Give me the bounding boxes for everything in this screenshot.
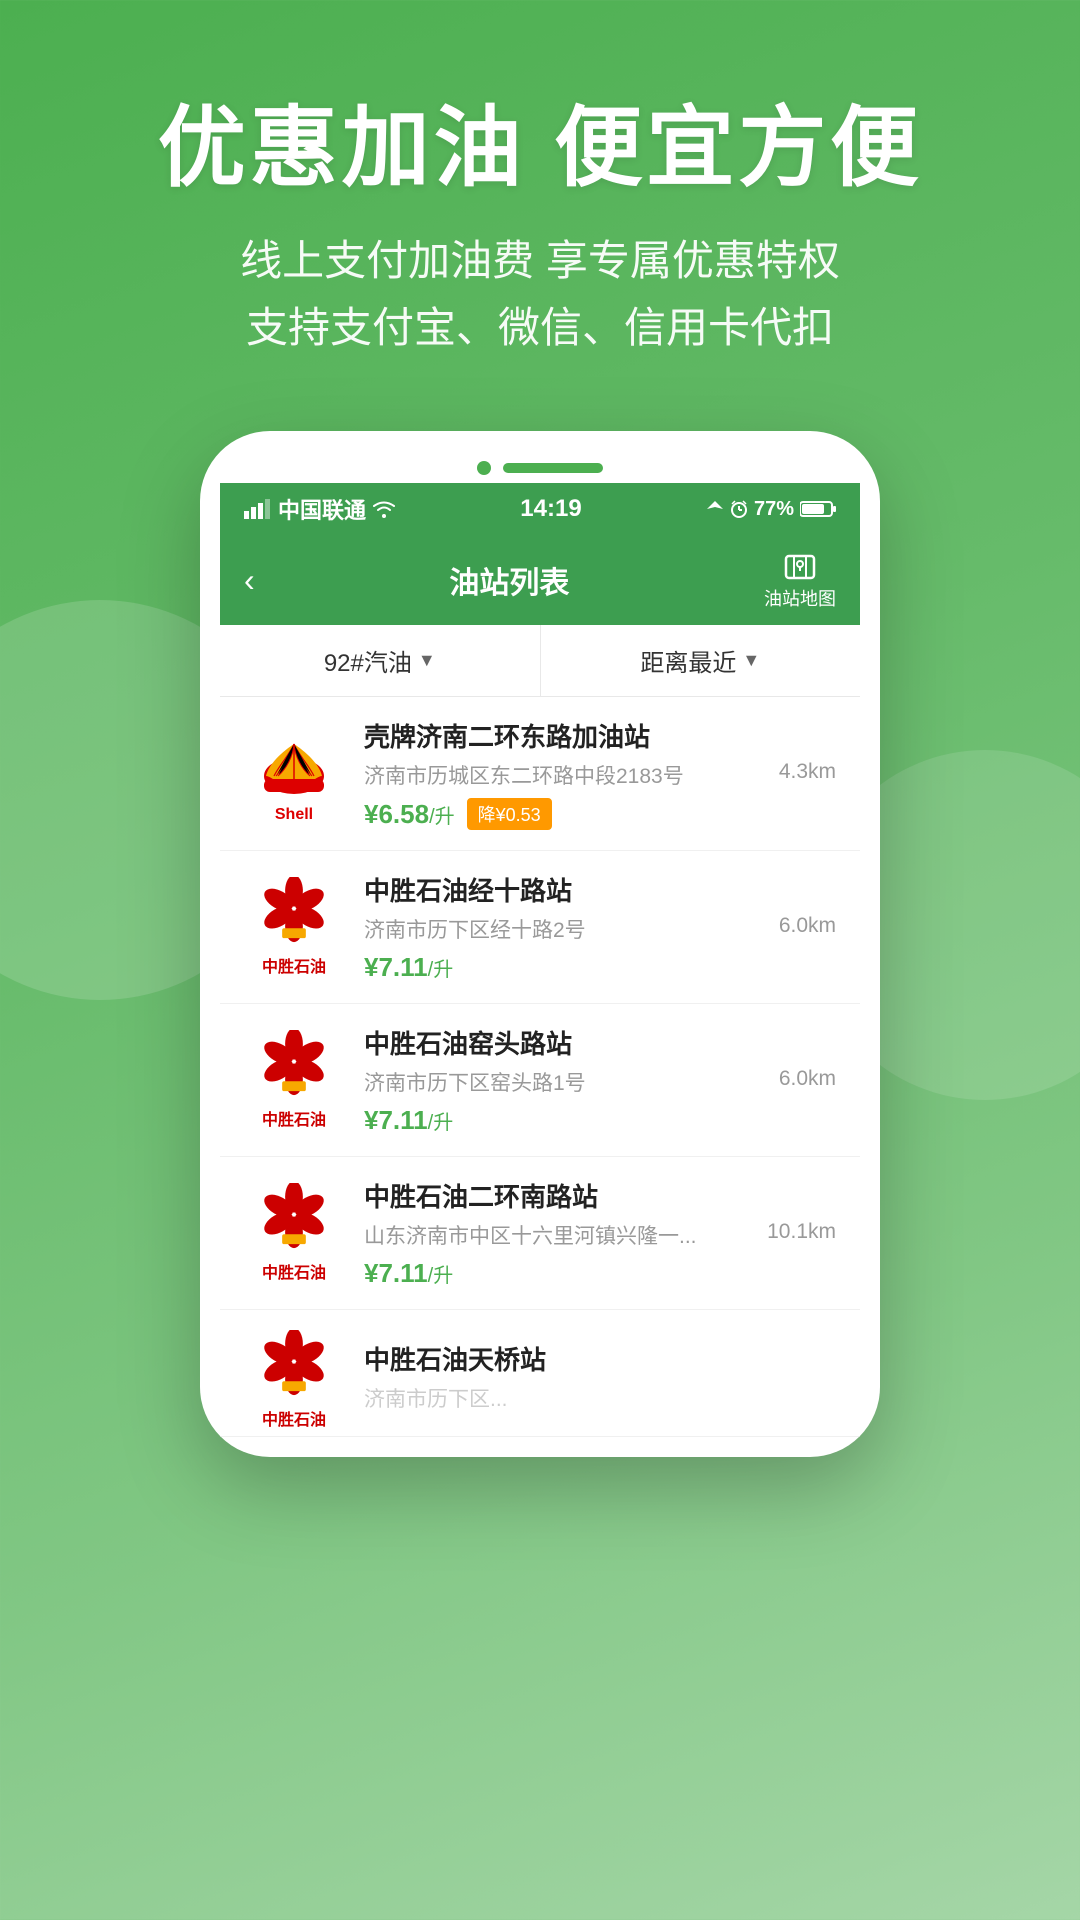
station-price-row-3: ¥7.11/升 xyxy=(364,1105,836,1136)
status-bar: 中国联通 14:19 xyxy=(220,483,860,535)
station-address-3: 济南市历下区窑头路1号 6.0km xyxy=(364,1067,836,1097)
station-info-3: 中胜石油窑头路站 济南市历下区窑头路1号 6.0km ¥7.11/升 xyxy=(364,1024,836,1136)
station-item[interactable]: 中胜石油 中胜石油窑头路站 济南市历下区窑头路1号 6.0km ¥7.11/升 xyxy=(220,1004,860,1157)
station-item[interactable]: 中胜石油 中胜石油二环南路站 山东济南市中区十六里河镇兴隆一... 10.1km… xyxy=(220,1157,860,1310)
map-icon xyxy=(783,549,817,583)
location-arrow-icon xyxy=(706,500,724,518)
station-logo-shell: Shell xyxy=(244,724,344,824)
station-price-row-1: ¥6.58/升 降¥0.53 xyxy=(364,798,836,830)
station-name-1: 壳牌济南二环东路加油站 xyxy=(364,717,836,754)
station-list: Shell 壳牌济南二环东路加油站 济南市历城区东二环路中段2183号 4.3k… xyxy=(220,697,860,1437)
discount-badge-1: 降¥0.53 xyxy=(467,798,552,830)
station-address-4: 山东济南市中区十六里河镇兴隆一... 10.1km xyxy=(364,1220,836,1250)
zhongsheng-text-2: 中胜石油 xyxy=(262,953,326,977)
station-item[interactable]: Shell 壳牌济南二环东路加油站 济南市历城区东二环路中段2183号 4.3k… xyxy=(220,697,860,851)
map-label: 油站地图 xyxy=(764,585,836,611)
station-info-1: 壳牌济南二环东路加油站 济南市历城区东二环路中段2183号 4.3km ¥6.5… xyxy=(364,717,836,830)
station-name-4: 中胜石油二环南路站 xyxy=(364,1177,836,1214)
station-price-1: ¥6.58/升 xyxy=(364,799,455,830)
phone-speaker xyxy=(503,463,603,473)
station-name-3: 中胜石油窑头路站 xyxy=(364,1024,836,1061)
station-item[interactable]: 中胜石油 中胜石油经十路站 济南市历下区经十路2号 6.0km ¥7.11/升 xyxy=(220,851,860,1004)
filter-bar: 92#汽油 ▼ 距离最近 ▼ xyxy=(220,625,860,697)
status-right: 77% xyxy=(706,498,836,521)
zhongsheng-logo-svg-5 xyxy=(254,1330,334,1404)
station-logo-zhongsheng-2: 中胜石油 xyxy=(244,877,344,977)
station-price-row-2: ¥7.11/升 xyxy=(364,952,836,983)
battery-label: 77% xyxy=(754,498,794,521)
fuel-type-label: 92#汽油 xyxy=(324,643,412,678)
zhongsheng-logo-svg-4 xyxy=(254,1183,334,1257)
carrier-label: 中国联通 xyxy=(278,493,366,525)
station-address-5: 济南市历下区... xyxy=(364,1383,836,1413)
nav-title: 油站列表 xyxy=(449,558,569,602)
signal-icon xyxy=(244,499,272,519)
status-time: 14:19 xyxy=(520,495,581,523)
phone-mockup-container: 中国联通 14:19 xyxy=(0,431,1080,1457)
zhongsheng-logo-svg-2 xyxy=(254,877,334,951)
hero-title: 优惠加油 便宜方便 xyxy=(0,100,1080,197)
fuel-type-arrow: ▼ xyxy=(418,650,436,671)
hero-section: 优惠加油 便宜方便 线上支付加油费 享专属优惠特权 支持支付宝、微信、信用卡代扣 xyxy=(0,0,1080,421)
zhongsheng-text-5: 中胜石油 xyxy=(262,1406,326,1430)
station-name-2: 中胜石油经十路站 xyxy=(364,871,836,908)
station-info-2: 中胜石油经十路站 济南市历下区经十路2号 6.0km ¥7.11/升 xyxy=(364,871,836,983)
back-button[interactable]: ‹ xyxy=(244,562,255,599)
station-logo-zhongsheng-3: 中胜石油 xyxy=(244,1030,344,1130)
station-price-4: ¥7.11/升 xyxy=(364,1258,453,1289)
fuel-type-filter[interactable]: 92#汽油 ▼ xyxy=(220,625,541,696)
wifi-icon xyxy=(372,500,396,518)
phone-notch xyxy=(220,461,860,475)
phone-mockup: 中国联通 14:19 xyxy=(200,431,880,1457)
station-price-row-4: ¥7.11/升 xyxy=(364,1258,836,1289)
zhongsheng-text-3: 中胜石油 xyxy=(262,1106,326,1130)
station-logo-zhongsheng-5: 中胜石油 xyxy=(244,1330,344,1430)
hero-subtitle-line2: 支持支付宝、微信、信用卡代扣 xyxy=(0,294,1080,361)
sort-filter[interactable]: 距离最近 ▼ xyxy=(541,625,861,696)
hero-subtitle-line1: 线上支付加油费 享专属优惠特权 xyxy=(0,227,1080,294)
hero-subtitle: 线上支付加油费 享专属优惠特权 支持支付宝、微信、信用卡代扣 xyxy=(0,227,1080,361)
zhongsheng-text-4: 中胜石油 xyxy=(262,1259,326,1283)
station-price-2: ¥7.11/升 xyxy=(364,952,453,983)
phone-camera xyxy=(477,461,491,475)
station-name-5: 中胜石油天桥站 xyxy=(364,1340,836,1377)
station-logo-zhongsheng-4: 中胜石油 xyxy=(244,1183,344,1283)
station-item[interactable]: 中胜石油 中胜石油天桥站 济南市历下区... xyxy=(220,1310,860,1437)
station-address-1: 济南市历城区东二环路中段2183号 4.3km xyxy=(364,760,836,790)
sort-label: 距离最近 xyxy=(640,643,736,678)
station-info-5: 中胜石油天桥站 济南市历下区... xyxy=(364,1340,836,1421)
battery-icon xyxy=(800,500,836,518)
shell-logo-svg xyxy=(254,724,334,804)
station-address-2: 济南市历下区经十路2号 6.0km xyxy=(364,914,836,944)
nav-bar: ‹ 油站列表 油站地图 xyxy=(220,535,860,625)
shell-text: Shell xyxy=(275,806,313,824)
station-info-4: 中胜石油二环南路站 山东济南市中区十六里河镇兴隆一... 10.1km ¥7.1… xyxy=(364,1177,836,1289)
zhongsheng-logo-svg-3 xyxy=(254,1030,334,1104)
sort-arrow: ▼ xyxy=(742,650,760,671)
map-button[interactable]: 油站地图 xyxy=(764,549,836,611)
alarm-icon xyxy=(730,500,748,518)
station-price-3: ¥7.11/升 xyxy=(364,1105,453,1136)
status-left: 中国联通 xyxy=(244,493,396,525)
